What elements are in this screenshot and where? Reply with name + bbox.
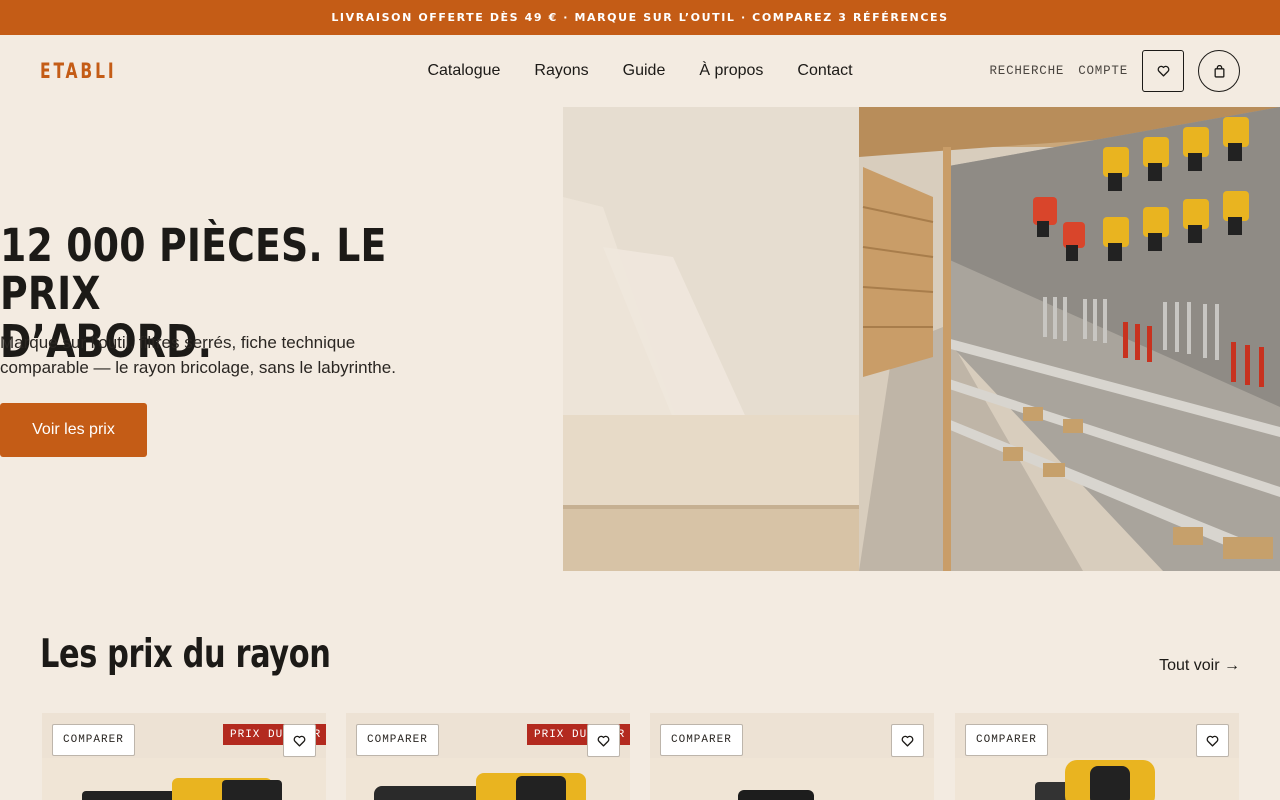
favorite-button[interactable]	[891, 724, 924, 757]
hero-image	[563, 107, 1280, 571]
favorite-button[interactable]	[587, 724, 620, 757]
product-card[interactable]: COMPARER PRIX DU JOUR	[346, 713, 630, 800]
section-title: Les prix du rayon	[40, 632, 331, 677]
nav-a-propos[interactable]: À propos	[699, 62, 763, 80]
favorite-button[interactable]	[283, 724, 316, 757]
wishlist-button[interactable]	[1142, 50, 1184, 92]
search-link[interactable]: RECHERCHE	[989, 64, 1064, 78]
compare-button[interactable]: COMPARER	[660, 724, 743, 756]
hero-title-line1: 12 000 PIÈCES. LE PRIX	[0, 219, 387, 320]
compare-button[interactable]: COMPARER	[965, 724, 1048, 756]
product-image	[650, 758, 934, 800]
compare-button[interactable]: COMPARER	[52, 724, 135, 756]
promo-text: LIVRAISON OFFERTE DÈS 49 € · MARQUE SUR …	[331, 11, 949, 24]
heart-icon	[901, 735, 914, 747]
product-card[interactable]: COMPARER PRIX DU JOUR	[42, 713, 326, 800]
product-card[interactable]: COMPARER	[650, 713, 934, 800]
heart-icon	[1157, 65, 1169, 77]
product-image	[346, 758, 630, 800]
site-header: ETABLI Catalogue Rayons Guide À propos C…	[0, 35, 1280, 107]
promo-bar: LIVRAISON OFFERTE DÈS 49 € · MARQUE SUR …	[0, 0, 1280, 35]
heart-icon	[293, 735, 306, 747]
account-link[interactable]: COMPTE	[1078, 64, 1128, 78]
nav-catalogue[interactable]: Catalogue	[427, 62, 500, 80]
product-card[interactable]: COMPARER	[955, 713, 1239, 800]
product-image	[955, 758, 1239, 800]
favorite-button[interactable]	[1196, 724, 1229, 757]
cart-button[interactable]	[1198, 50, 1240, 92]
product-image	[42, 758, 326, 800]
heart-icon	[1206, 735, 1219, 747]
bag-icon	[1214, 64, 1224, 78]
heart-icon	[597, 735, 610, 747]
hero-subtitle: Marque sur l’outil, filtres serrés, fich…	[0, 333, 396, 377]
hero-cta-button[interactable]: Voir les prix	[0, 403, 147, 457]
nav-guide[interactable]: Guide	[623, 62, 666, 80]
header-utilities: RECHERCHE COMPTE	[989, 50, 1240, 92]
nav-contact[interactable]: Contact	[797, 62, 852, 80]
see-all-link[interactable]: Tout voir →	[1159, 657, 1240, 675]
nav-rayons[interactable]: Rayons	[534, 62, 588, 80]
compare-button[interactable]: COMPARER	[356, 724, 439, 756]
